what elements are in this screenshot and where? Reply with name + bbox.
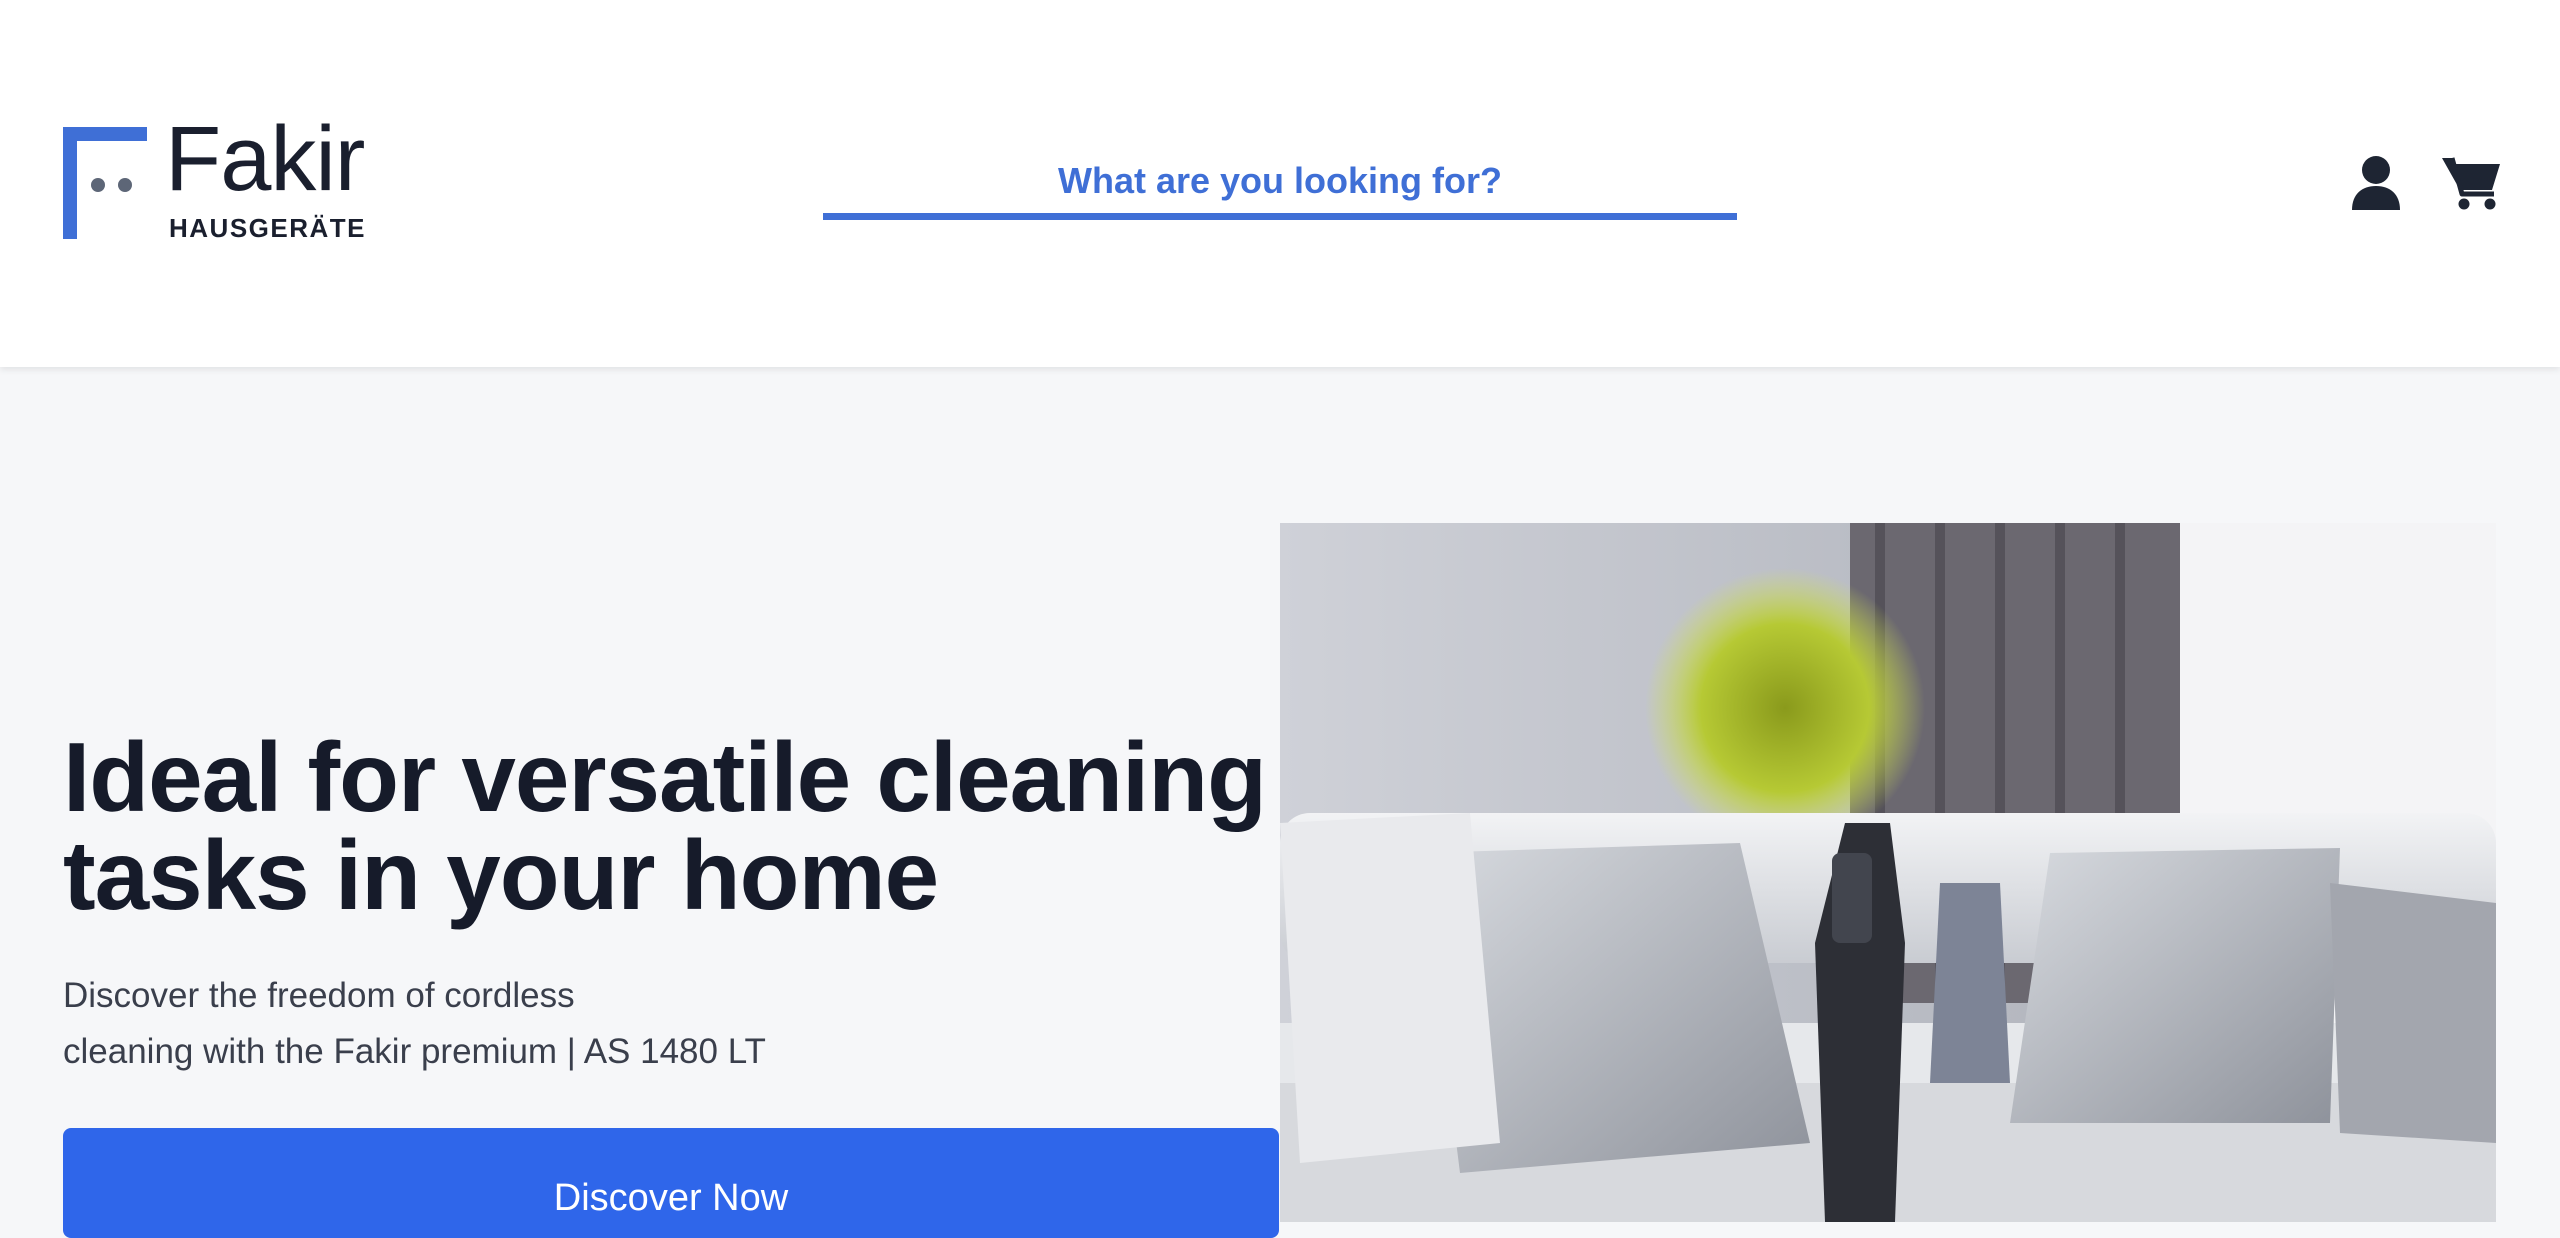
hero-description: Discover the freedom of cordless cleanin… bbox=[63, 968, 963, 1080]
fakir-logo-mark bbox=[63, 127, 147, 239]
living-room-illustration bbox=[1280, 523, 2496, 1222]
user-icon bbox=[2352, 156, 2400, 210]
hero-image bbox=[1280, 523, 2496, 1222]
cart-icon bbox=[2442, 157, 2500, 210]
hero-description-line: Discover the freedom of cordless bbox=[63, 976, 575, 1015]
search-input[interactable] bbox=[823, 148, 1737, 220]
cart-button[interactable] bbox=[2440, 150, 2504, 214]
brand-logo[interactable]: Fakir HAUSGERÄTE bbox=[63, 113, 383, 245]
account-button[interactable] bbox=[2344, 150, 2408, 214]
hero-title: Ideal for versatile cleaning tasks in yo… bbox=[63, 722, 1267, 930]
brand-subtitle: HAUSGERÄTE bbox=[169, 213, 367, 243]
brand-name: Fakir bbox=[165, 108, 365, 210]
site-header: Fakir HAUSGERÄTE bbox=[0, 0, 2560, 367]
hero-description-line: cleaning with the Fakir premium | AS 148… bbox=[63, 1032, 766, 1071]
